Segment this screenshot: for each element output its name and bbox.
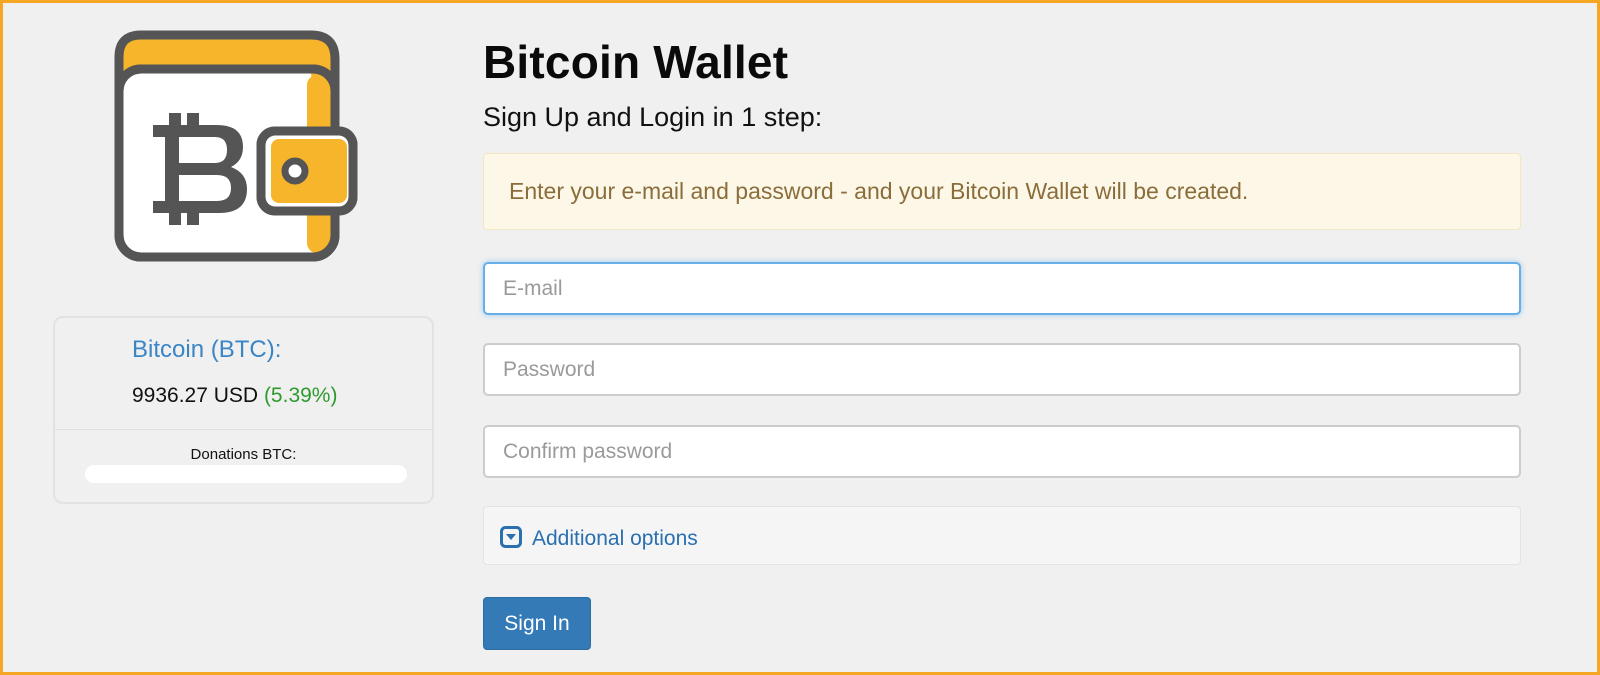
info-alert: Enter your e-mail and password - and you… <box>483 153 1521 230</box>
page-frame: Bitcoin (BTC): 9936.27 USD (5.39%) Donat… <box>0 0 1600 675</box>
donations-address-redacted <box>85 465 407 483</box>
page-subtitle: Sign Up and Login in 1 step: <box>483 102 823 132</box>
price-value: 9936.27 USD <box>132 384 259 407</box>
price-widget: Bitcoin (BTC): 9936.27 USD (5.39%) Donat… <box>53 316 434 504</box>
chevron-down-square-icon <box>500 526 522 548</box>
confirm-password-field[interactable] <box>483 425 1521 478</box>
additional-options-label: Additional options <box>532 527 698 550</box>
donations-label: Donations BTC: <box>190 446 297 463</box>
price-change: (5.39%) <box>263 384 338 407</box>
sign-in-button[interactable]: Sign In <box>483 597 591 650</box>
password-field[interactable] <box>483 343 1521 396</box>
price-title: Bitcoin (BTC): <box>132 336 282 363</box>
divider <box>55 429 432 430</box>
price-value-line: 9936.27 USD (5.39%) <box>132 384 337 408</box>
additional-options-toggle[interactable]: Additional options <box>483 506 1521 565</box>
email-field[interactable] <box>483 262 1521 315</box>
bitcoin-wallet-icon <box>111 27 371 267</box>
info-alert-text: Enter your e-mail and password - and you… <box>509 178 1249 204</box>
page-title: Bitcoin Wallet <box>483 36 789 88</box>
